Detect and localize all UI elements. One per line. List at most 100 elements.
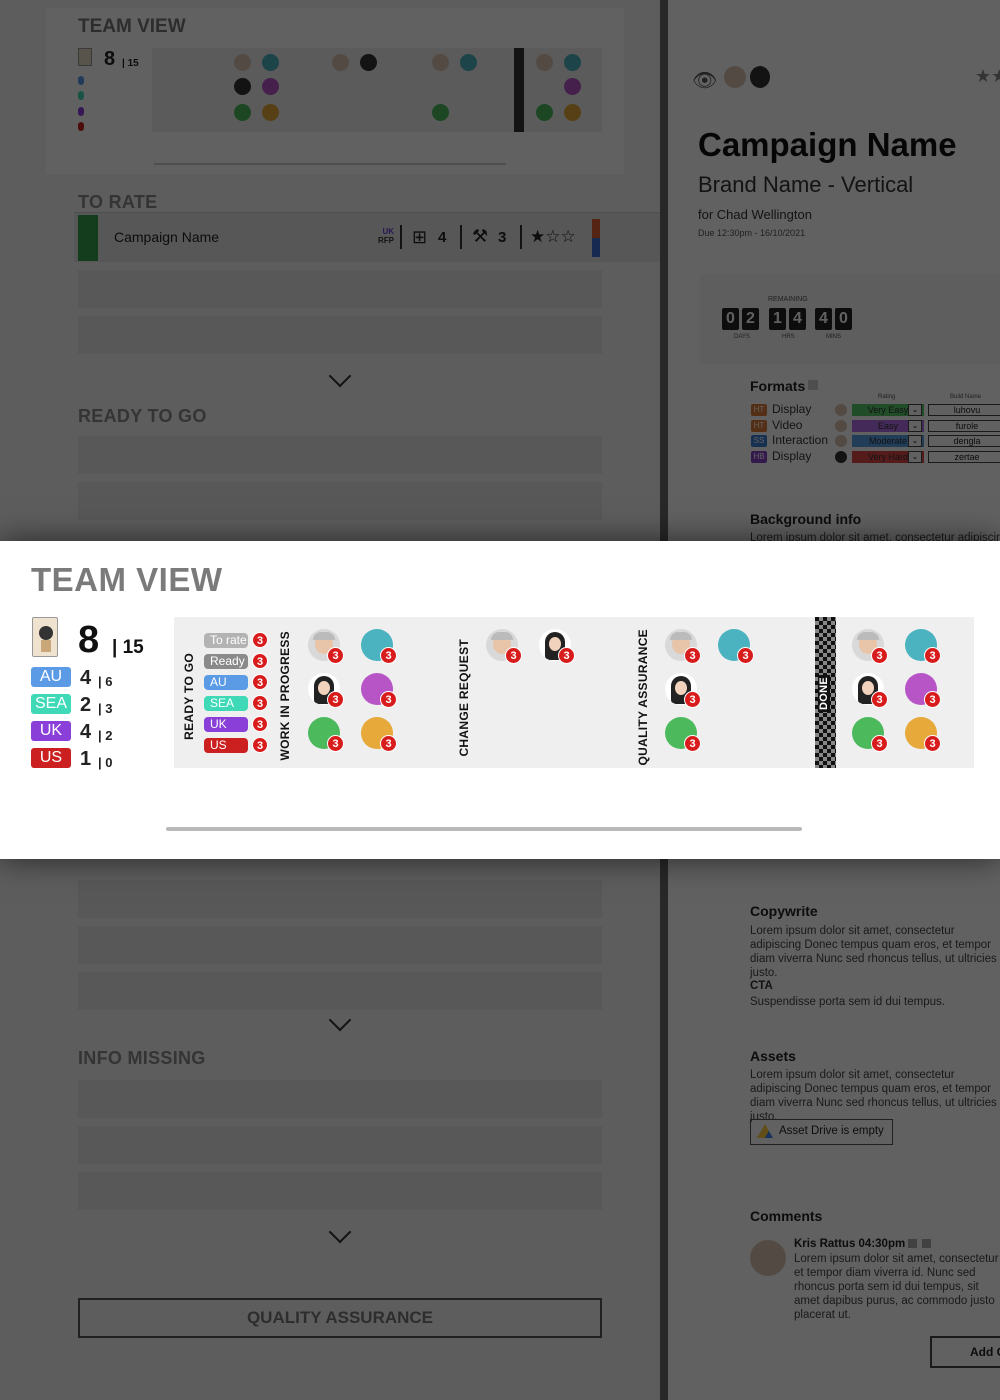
region-badge-us[interactable]: US [31,748,71,768]
mini-avatar [262,104,279,121]
cta-text: Suspendisse porta sem id dui tempus. [750,996,945,1008]
rating-dropdown-icon[interactable]: ⌄ [908,404,922,416]
card-count-badge: 3 [380,735,397,752]
region-badge-uk[interactable]: UK [31,721,71,741]
format-type-tag: SS [751,435,767,447]
rating-dropdown-icon[interactable]: ⌄ [908,450,922,463]
card-count-badge: 3 [684,735,701,752]
format-assignee-avatar [835,450,847,463]
info-missing-title: INFO MISSING [78,1048,206,1068]
ready-tag-count-badge: 3 [252,695,268,711]
comments-title: Comments [750,1208,823,1224]
build-header: Build Name [950,394,982,400]
card-count-badge: 3 [380,647,397,664]
region-total: | 0 [98,755,113,770]
ready-tag-label: UK [204,717,248,732]
region-total: | 2 [98,728,113,743]
star-icon[interactable]: ★★ [975,66,1000,87]
timer-digit: 2 [742,308,759,330]
region-badge-sea[interactable]: SEA [31,694,71,714]
rating-dropdown-icon[interactable]: ⌄ [908,419,922,432]
campaign-owner: for Chad Wellington [698,207,812,222]
empty-slot [78,316,602,354]
edit-icon[interactable] [808,380,818,390]
card-count-badge: 3 [505,647,522,664]
mini-region-au [78,76,84,85]
format-build-name: zertae [928,450,1000,463]
delete-comment-icon[interactable] [922,1239,931,1248]
watcher-avatar [724,66,746,88]
ready-tag-label: US [204,738,248,753]
format-build-name: dengla [928,435,1000,447]
mini-region-us [78,122,84,131]
jester-card-icon [32,617,58,657]
commenter-avatar [750,1240,786,1276]
request-type: RFP [378,236,394,245]
format-assignee-avatar [835,404,847,416]
mini-avatar [234,78,251,95]
google-drive-icon [757,1124,773,1138]
comment-author: Kris Rattus 04:30pm [794,1238,906,1250]
card-count-badge: 3 [924,691,941,708]
region-total: | 6 [98,674,113,689]
card-count-badge: 3 [871,691,888,708]
mins-label: MINS [826,334,841,340]
card-count-badge: 3 [684,647,701,664]
card-count-badge: 3 [871,647,888,664]
mini-done-column [514,48,524,132]
star-rating[interactable]: ★☆☆ [530,227,576,247]
mini-board [152,48,602,132]
hrs-label: HRS [782,334,795,340]
asset-drive-label: Asset Drive is empty [779,1125,884,1137]
format-build-name: furole [928,419,1000,432]
empty-slot [78,270,602,308]
divider [400,225,402,249]
region-count: 4 [80,721,92,743]
region-count: 2 [80,694,92,716]
card-count-badge: 3 [924,647,941,664]
format-assignee-avatar [835,419,847,432]
campaign-row-region: UK RFP [378,227,394,245]
gift-icon: ⊞ [412,227,428,247]
team-view-title: TEAM VIEW [31,561,223,598]
mini-avatar [360,54,377,71]
mini-avatar [262,54,279,71]
mini-avatar [432,54,449,71]
jester-card-icon [78,48,92,66]
card-count-badge: 3 [684,691,701,708]
mini-team-view[interactable]: TEAM VIEW 8 | 15 [46,8,624,174]
eye-icon[interactable]: 👁 [692,68,717,93]
rating-dropdown-icon[interactable]: ⌄ [908,435,922,447]
mini-avatar [332,54,349,71]
mini-avatar [234,54,251,71]
column-label-quality-assurance: QUALITY ASSURANCE [636,629,650,766]
quality-assurance-button[interactable]: QUALITY ASSURANCE [78,1298,602,1338]
mini-avatar [536,104,553,121]
edit-comment-icon[interactable] [908,1239,917,1248]
add-comment-button[interactable]: Add C [930,1336,1000,1368]
mini-team-view-title: TEAM VIEW [78,16,186,37]
to-rate-title: TO RATE [78,192,158,212]
ready-tag-count-badge: 3 [252,632,268,648]
mini-avatar [564,54,581,71]
ready-tag-count-badge: 3 [252,653,268,669]
empty-slot [78,436,602,474]
timer-digit: 0 [835,308,852,330]
asset-drive-button[interactable]: Asset Drive is empty [750,1119,893,1145]
campaign-row[interactable]: Campaign Name UK RFP ⊞ 4 ⚒ 3 ★☆☆ [74,212,660,262]
region-count: 4 [80,667,92,689]
region-count: 1 [80,748,92,770]
tools-icon: ⚒ [472,226,489,246]
horizontal-scrollbar[interactable] [166,827,802,831]
cta-title: CTA [750,980,773,992]
format-build-name: luhovu [928,404,1000,416]
card-count-badge: 3 [924,735,941,752]
days-label: DAYS [734,334,750,340]
region-badge-au[interactable]: AU [31,667,71,687]
campaign-row-name: Campaign Name [114,229,220,245]
empty-slot [78,880,602,918]
formats-count: 4 [438,229,447,246]
empty-slot [78,1172,602,1210]
timer-digit: 0 [722,308,739,330]
mini-scrollbar[interactable] [154,163,506,165]
